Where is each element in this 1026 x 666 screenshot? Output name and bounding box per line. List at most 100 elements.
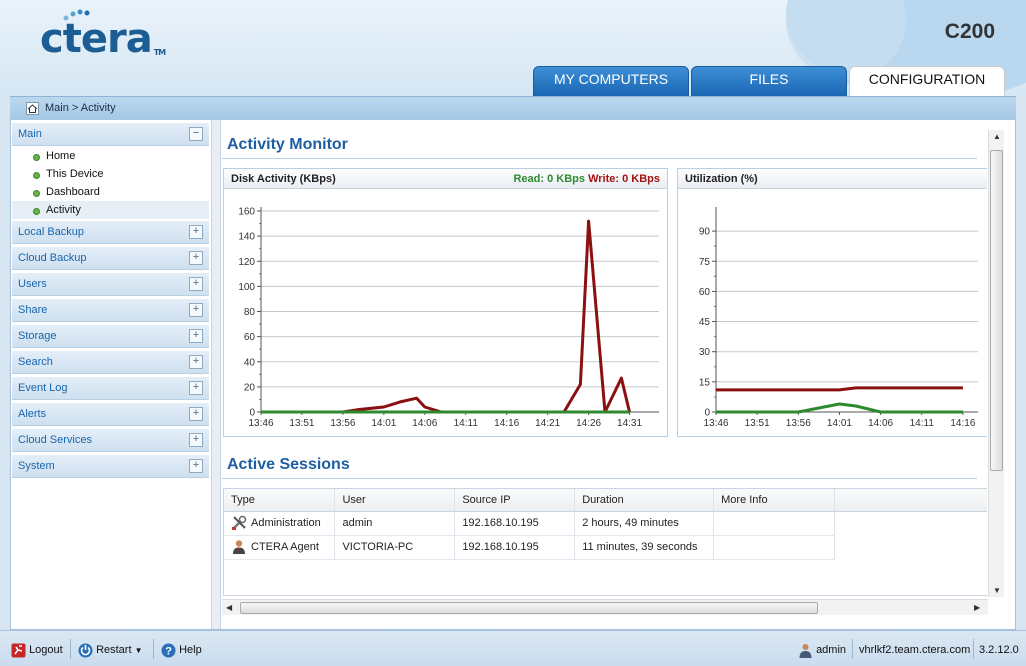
sidebar-group-system[interactable]: System +: [12, 455, 209, 478]
y-tick-label: 0: [704, 408, 710, 419]
sidebar-group-label: Share: [18, 304, 48, 316]
expand-icon[interactable]: +: [189, 225, 203, 239]
sidebar-group-label: Cloud Backup: [18, 252, 87, 264]
expand-icon[interactable]: +: [189, 277, 203, 291]
column-header-type[interactable]: Type: [224, 489, 336, 512]
session-type: Administration: [251, 516, 321, 529]
sidebar-group-cloud-backup[interactable]: Cloud Backup +: [12, 247, 209, 270]
restart-icon: [78, 643, 93, 658]
sessions-title: Active Sessions: [227, 456, 350, 473]
sidebar-group-cloud-services[interactable]: Cloud Services +: [12, 429, 209, 452]
tab-files[interactable]: FILES: [691, 66, 847, 96]
sidebar-item-activity[interactable]: Activity: [12, 201, 209, 219]
title-divider: [222, 158, 977, 159]
sidebar-group-label: Local Backup: [18, 226, 85, 238]
vertical-scroll-thumb[interactable]: [990, 150, 1003, 471]
trademark: TM: [153, 48, 166, 57]
utilization-panel: Utilization (%) 0 15 30 45 60 75 90 13:46 13:51 1…: [677, 168, 987, 437]
y-tick-label: 60: [699, 287, 711, 298]
expand-icon[interactable]: +: [189, 407, 203, 421]
expand-icon[interactable]: +: [189, 303, 203, 317]
column-header-duration[interactable]: Duration: [574, 489, 715, 512]
read-rate: Read: 0 KBps: [513, 173, 586, 185]
agent-user-icon: [233, 540, 245, 554]
sidebar-group-main[interactable]: Main −: [12, 123, 209, 146]
hostname: vhrlkf2.team.ctera.com: [859, 644, 971, 656]
y-tick-label: 15: [699, 377, 711, 388]
column-header-more-info[interactable]: More Info: [713, 489, 835, 512]
column-header-user[interactable]: User: [334, 489, 456, 512]
y-tick-label: 30: [699, 347, 711, 358]
sidebar-group-event-log[interactable]: Event Log +: [12, 377, 209, 400]
expand-icon[interactable]: +: [189, 251, 203, 265]
footer-divider: [973, 639, 974, 659]
collapse-icon[interactable]: −: [189, 127, 203, 141]
scroll-down-icon[interactable]: ▼: [993, 586, 1001, 595]
expand-icon[interactable]: +: [189, 329, 203, 343]
cell-duration: 11 minutes, 39 seconds: [574, 535, 715, 560]
ctera-logo: ctera TM: [40, 9, 166, 62]
x-tick-label: 14:11: [910, 418, 935, 429]
table-row[interactable]: CTERA Agent VICTORIA-PC 192.168.10.195 1…: [224, 535, 987, 560]
sidebar: Main − Home This Device Dashboard Activi…: [11, 120, 221, 629]
sidebar-group-label: Alerts: [18, 408, 47, 420]
y-tick-label: 80: [244, 307, 256, 318]
expand-icon[interactable]: +: [189, 355, 203, 369]
logout-label: Logout: [29, 644, 63, 656]
home-icon[interactable]: [26, 102, 39, 115]
sidebar-item-this-device[interactable]: This Device: [12, 165, 209, 183]
sidebar-splitter[interactable]: [211, 120, 221, 629]
y-tick-label: 0: [249, 408, 255, 419]
disk-activity-header: Disk Activity (KBps) Read: 0 KBps Write:…: [224, 169, 667, 189]
sidebar-item-home[interactable]: Home: [12, 147, 209, 165]
horizontal-scroll-thumb[interactable]: [240, 602, 818, 614]
sidebar-group-storage[interactable]: Storage +: [12, 325, 209, 348]
sidebar-group-alerts[interactable]: Alerts +: [12, 403, 209, 426]
tab-configuration[interactable]: CONFIGURATION: [849, 66, 1005, 96]
chevron-down-icon[interactable]: ▼: [135, 646, 143, 655]
vertical-scrollbar[interactable]: ▲ ▼: [988, 130, 1004, 597]
x-tick-label: 14:16: [950, 418, 975, 429]
tab-my-computers[interactable]: MY COMPUTERS: [533, 66, 689, 96]
logout-button[interactable]: Logout: [11, 641, 63, 659]
x-tick-label: 13:56: [330, 418, 355, 429]
y-tick-label: 60: [244, 332, 256, 343]
sidebar-item-dashboard[interactable]: Dashboard: [12, 183, 209, 201]
y-tick-label: 45: [699, 317, 711, 328]
sidebar-group-label: Cloud Services: [18, 434, 92, 446]
sidebar-group-local-backup[interactable]: Local Backup +: [12, 221, 209, 244]
logout-icon: [11, 643, 26, 658]
footer: Logout Restart ▼ ? Help admin vhrlkf2.te…: [0, 630, 1026, 666]
utilization-chart: 0 15 30 45 60 75 90 13:46 13:51 13:56 14:01 14:06 14…: [699, 207, 978, 429]
scroll-up-icon[interactable]: ▲: [993, 132, 1001, 141]
column-header-source-ip[interactable]: Source IP: [454, 489, 576, 512]
sessions-divider: [222, 478, 977, 479]
help-button[interactable]: ? Help: [161, 641, 202, 659]
expand-icon[interactable]: +: [189, 459, 203, 473]
sidebar-group-share[interactable]: Share +: [12, 299, 209, 322]
sidebar-group-search[interactable]: Search +: [12, 351, 209, 374]
cell-info: [713, 535, 835, 560]
logo-text: ctera: [40, 16, 153, 62]
svg-text:?: ?: [165, 645, 172, 657]
breadcrumb[interactable]: Main > Activity: [45, 102, 116, 114]
x-tick-label: 14:16: [494, 418, 519, 429]
horizontal-scrollbar[interactable]: ◀ ▶: [222, 599, 988, 615]
sessions-table: Type User Source IP Duration More Info A…: [224, 489, 987, 560]
x-tick-label: 13:51: [289, 418, 314, 429]
sidebar-group-users[interactable]: Users +: [12, 273, 209, 296]
sidebar-group-label: Storage: [18, 330, 57, 342]
sidebar-group-label: Search: [18, 356, 53, 368]
x-tick-label: 14:06: [412, 418, 437, 429]
cell-duration: 2 hours, 49 minutes: [574, 511, 715, 536]
footer-divider: [153, 639, 154, 659]
sidebar-group-label: Users: [18, 278, 47, 290]
y-tick-label: 100: [238, 282, 255, 293]
scroll-right-icon[interactable]: ▶: [974, 603, 980, 612]
scroll-left-icon[interactable]: ◀: [226, 603, 232, 612]
restart-button[interactable]: Restart ▼: [78, 641, 143, 659]
table-row[interactable]: Administration admin 192.168.10.195 2 ho…: [224, 511, 987, 536]
expand-icon[interactable]: +: [189, 381, 203, 395]
column-header-filler: [834, 489, 987, 512]
expand-icon[interactable]: +: [189, 433, 203, 447]
